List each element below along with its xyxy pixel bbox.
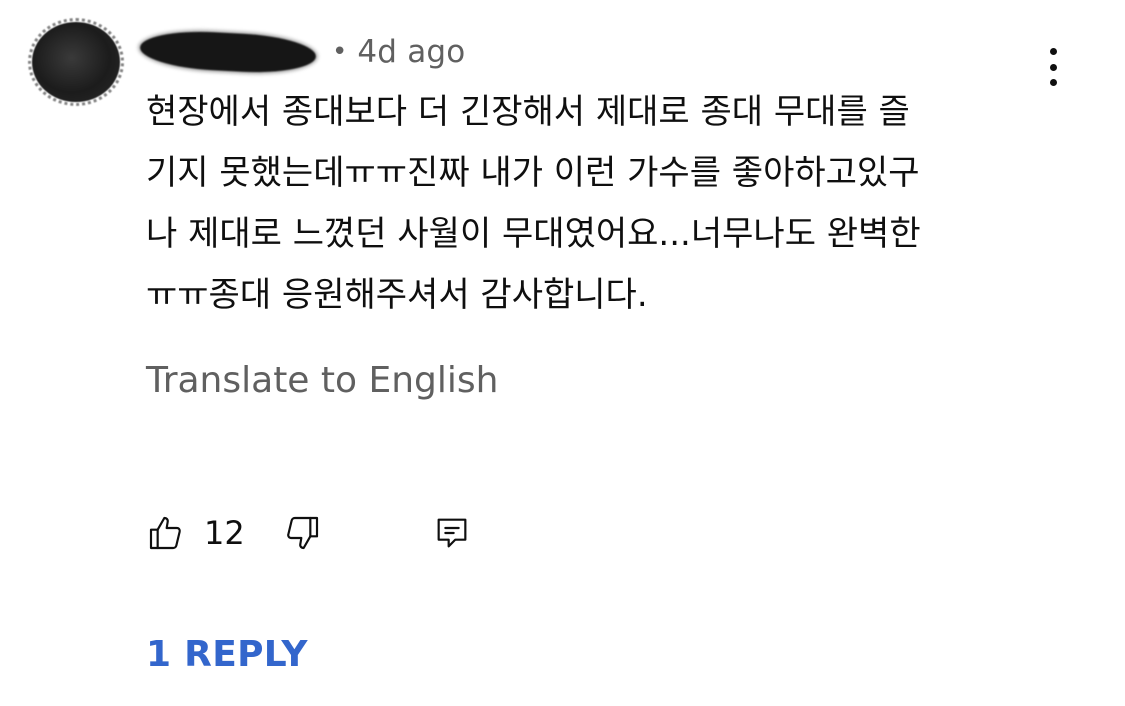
comment-header: • 4d ago: [139, 28, 466, 76]
comment-body: 현장에서 종대보다 더 긴장해서 제대로 종대 무대를 즐 기지 못했는데ㅠㅠ진…: [146, 82, 1046, 326]
comment-timestamp: 4d ago: [357, 34, 466, 70]
like-button[interactable]: 12: [146, 513, 282, 553]
avatar[interactable]: [28, 18, 124, 106]
reply-button[interactable]: [432, 513, 472, 553]
comment-actions: 12: [146, 510, 472, 556]
thumb-up-icon: [146, 513, 186, 553]
comment-line: 나 제대로 느꼈던 사월이 무대였어요...너무나도 완벽한: [146, 214, 921, 254]
comment-line: 현장에서 종대보다 더 긴장해서 제대로 종대 무대를 즐: [146, 92, 910, 132]
like-count: 12: [204, 514, 245, 552]
view-replies-button[interactable]: 1 REPLY: [146, 634, 308, 675]
comment-line: ㅠㅠ종대 응원해주셔서 감사합니다.: [146, 275, 648, 315]
translate-link[interactable]: Translate to English: [146, 360, 498, 401]
comment-icon: [432, 513, 472, 553]
author-name-redacted[interactable]: [139, 28, 317, 76]
more-vert-icon: [1049, 48, 1057, 55]
thumb-down-icon: [282, 513, 322, 553]
dislike-button[interactable]: [282, 513, 322, 553]
comment-line: 기지 못했는데ㅠㅠ진짜 내가 이런 가수를 좋아하고있구: [146, 153, 920, 193]
header-separator: •: [332, 37, 348, 67]
more-vert-icon-dot: [1049, 79, 1057, 86]
more-vert-icon-dot: [1049, 63, 1057, 71]
